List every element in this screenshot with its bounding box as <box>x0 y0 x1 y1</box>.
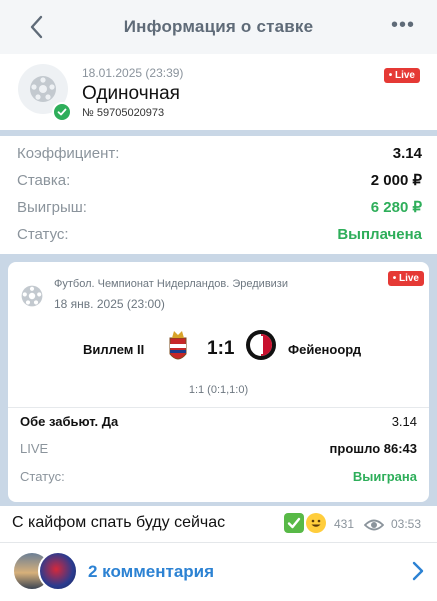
stake-label: Ставка: <box>17 171 71 189</box>
win-value: 6 280 ₽ <box>370 199 422 216</box>
halftime-score: 1:1 (0:1,1:0) <box>188 384 249 396</box>
top-bar: Информация о ставке ••• <box>0 0 437 54</box>
divider <box>8 407 429 408</box>
message-text: С кайфом спать буду сейчас <box>12 514 226 531</box>
check-icon <box>52 102 72 122</box>
win-label: Выигрыш: <box>17 198 87 216</box>
message-caption: С кайфом спать буду сейчас 431 03:53 <box>0 506 437 542</box>
event-status-row: Статус: Выиграна <box>20 469 417 484</box>
coefficient-label: Коэффициент: <box>17 144 120 162</box>
match-score: 1:1 <box>207 338 235 359</box>
eye-icon <box>364 519 384 531</box>
comments-bar[interactable]: 2 комментария <box>0 542 437 601</box>
bet-datetime: 18.01.2025 (23:39) <box>82 66 184 80</box>
grinning-emoji-icon <box>306 513 326 533</box>
away-team-logo <box>246 330 276 360</box>
stake-row: Ставка: 2 000 ₽ <box>17 169 422 191</box>
coefficient-value: 3.14 <box>392 144 422 162</box>
chevron-left-icon[interactable] <box>26 14 48 40</box>
event-status-value: Выиграна <box>352 469 417 484</box>
stake-value: 2 000 ₽ <box>370 172 422 189</box>
home-team: Виллем II <box>83 342 145 357</box>
coefficient-row: Коэффициент: 3.14 <box>17 142 422 164</box>
chevron-right-icon[interactable] <box>411 560 425 582</box>
bet-number: № 59705020973 <box>82 107 165 119</box>
comments-link[interactable]: 2 комментария <box>88 562 214 582</box>
event-date: 18 янв. 2025 (23:00) <box>54 297 165 311</box>
page-title: Информация о ставке <box>123 17 314 36</box>
bet-type: Одиночная <box>82 83 180 104</box>
league-name: Футбол. Чемпионат Нидерландов. Эредивизи <box>54 278 288 290</box>
market-row: Обе забьют. Да 3.14 <box>20 414 417 429</box>
win-row: Выигрыш: 6 280 ₽ <box>17 196 422 218</box>
live-label: LIVE <box>20 441 49 456</box>
status-value: Выплачена <box>337 225 422 243</box>
elapsed-time: прошло 86:43 <box>329 441 417 456</box>
bet-summary: Коэффициент: 3.14 Ставка: 2 000 ₽ Выигры… <box>0 136 437 254</box>
status-row: Статус: Выплачена <box>17 223 422 245</box>
avatar <box>38 551 78 591</box>
check-mark-emoji-icon <box>284 513 304 533</box>
message-time: 03:53 <box>391 517 422 531</box>
market-coef: 3.14 <box>391 414 417 429</box>
market-name: Обе забьют. Да <box>20 414 119 429</box>
event-live-badge: • Live <box>387 271 424 286</box>
soccer-ball-icon <box>21 285 43 307</box>
ellipsis-icon[interactable]: ••• <box>391 15 415 35</box>
bet-header-card: 18.01.2025 (23:39) Одиночная № 597050209… <box>0 54 437 130</box>
elapsed-row: LIVE прошло 86:43 <box>20 441 417 456</box>
event-card[interactable]: Футбол. Чемпионат Нидерландов. Эредивизи… <box>8 262 429 502</box>
status-label: Статус: <box>17 225 69 243</box>
view-count: 431 <box>334 517 355 531</box>
live-badge: • Live <box>383 68 420 83</box>
away-team: Фейеноорд <box>288 342 362 357</box>
home-team-logo <box>169 331 187 360</box>
event-status-label: Статус: <box>20 469 65 484</box>
